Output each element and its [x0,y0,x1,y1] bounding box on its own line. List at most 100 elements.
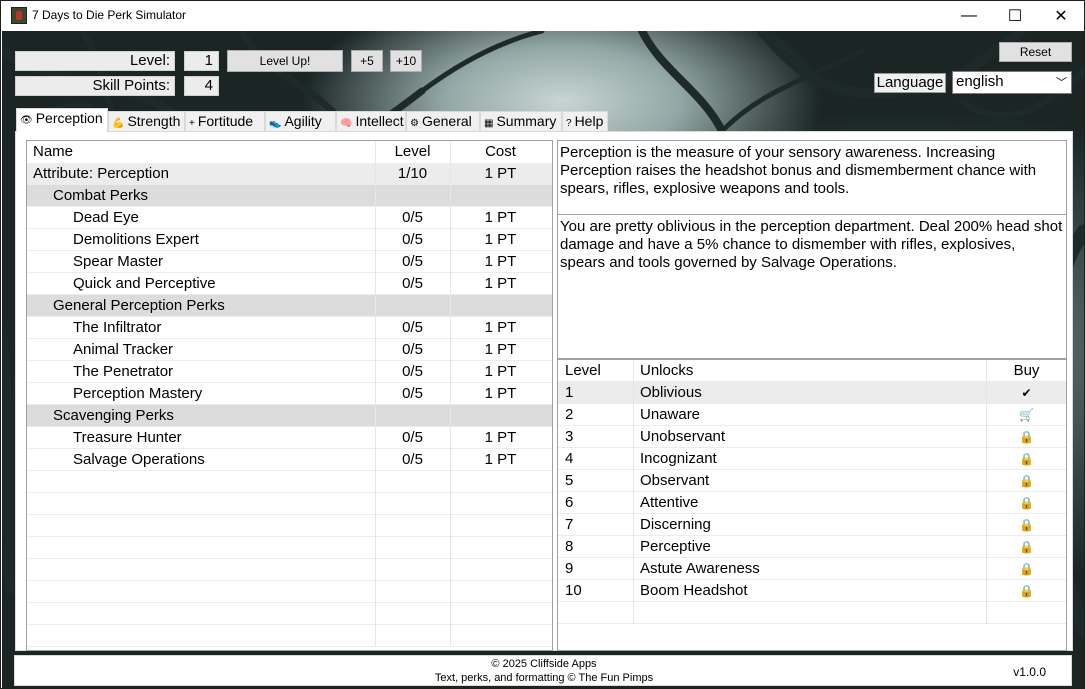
level-number-cell: 8 [565,538,574,555]
perk-level-cell: 0/5 [375,317,449,339]
tab-panel-perception: Name Level Cost Attribute: Perception 1/1… [15,131,1073,651]
level-number-cell: 3 [565,428,574,445]
perk-level-cell: 0/5 [375,361,449,383]
reset-button[interactable]: Reset [999,42,1072,62]
perk-name-cell: General Perception Perks [53,297,225,314]
perk-row[interactable]: Animal Tracker 0/5 1 PT [27,339,552,361]
perk-row[interactable]: Treasure Hunter 0/5 1 PT [27,427,552,449]
tab-perception[interactable]: 👁 Perception [16,108,108,132]
perk-category-row[interactable]: Scavenging Perks [27,405,552,427]
tab-strength[interactable]: 💪 Strength [108,111,185,131]
perk-level-cell: 0/5 [375,229,449,251]
perk-level-cell: 0/5 [375,383,449,405]
empty-cell [633,602,985,624]
unlock-name-cell: Discerning [633,514,985,536]
perk-cost-cell: 1 PT [450,383,550,405]
cart-icon[interactable]: 🛒 [986,404,1066,426]
level-row[interactable]: 4 Incognizant 🔒 [558,448,1066,470]
column-header-level[interactable]: Level [558,360,632,382]
minimize-button[interactable]: — [946,1,992,31]
empty-cell [450,603,550,625]
tab-help[interactable]: ? Help [562,111,608,131]
perk-level-cell [375,405,449,427]
language-select[interactable]: english ﹀ [952,71,1072,94]
level-up-button[interactable]: Level Up! [227,50,343,72]
empty-cell [375,581,449,603]
tab-intellect[interactable]: 🧠 Intellect [336,111,406,131]
empty-row [27,581,552,603]
level-row[interactable]: 8 Perceptive 🔒 [558,536,1066,558]
perk-table: Name Level Cost Attribute: Perception 1/1… [26,140,553,651]
perk-row[interactable]: Dead Eye 0/5 1 PT [27,207,552,229]
column-header-cost[interactable]: Cost [450,141,550,163]
empty-cell [375,537,449,559]
tab-label: Fortitude [197,113,254,129]
perk-cost-cell [450,185,550,207]
tab-label: Strength [127,113,181,129]
perk-row[interactable]: Quick and Perceptive 0/5 1 PT [27,273,552,295]
lock-icon: 🔒 [986,492,1066,514]
level-row[interactable]: 2 Unaware 🛒 [558,404,1066,426]
tab-general[interactable]: ⚙ General [406,111,480,131]
perk-level-cell [375,185,449,207]
column-header-name[interactable]: Name [27,141,374,163]
perk-name-cell: Treasure Hunter [73,429,182,446]
empty-row [27,515,552,537]
level-row[interactable]: 3 Unobservant 🔒 [558,426,1066,448]
help-icon: ? [566,118,572,129]
tab-fortitude[interactable]: + Fortitude [185,111,265,131]
empty-cell [27,537,374,559]
level-number-cell: 1 [565,384,574,401]
level-label: Level: [15,51,175,71]
perk-row[interactable]: The Infiltrator 0/5 1 PT [27,317,552,339]
perk-name-cell: Demolitions Expert [73,231,199,248]
lock-icon: 🔒 [986,448,1066,470]
column-header-buy[interactable]: Buy [986,360,1066,382]
perk-row[interactable]: The Penetrator 0/5 1 PT [27,361,552,383]
level-row[interactable]: 10 Boom Headshot 🔒 [558,580,1066,602]
close-button[interactable]: ✕ [1038,1,1084,31]
maximize-button[interactable]: ☐ [992,1,1038,31]
column-header-unlocks[interactable]: Unlocks [633,360,985,382]
unlock-name-cell: Attentive [633,492,985,514]
perk-row[interactable]: Spear Master 0/5 1 PT [27,251,552,273]
level-row[interactable]: 9 Astute Awareness 🔒 [558,558,1066,580]
empty-cell [375,559,449,581]
empty-cell [27,603,374,625]
level-row[interactable]: 7 Discerning 🔒 [558,514,1066,536]
empty-cell [986,602,1066,624]
level-number-cell: 6 [565,494,574,511]
perk-row[interactable]: Perception Mastery 0/5 1 PT [27,383,552,405]
tab-label: Summary [496,113,557,129]
plus-10-button[interactable]: +10 [390,50,422,72]
gear-icon: ⚙ [410,118,419,129]
empty-cell [450,471,550,493]
empty-cell [450,559,550,581]
level-row[interactable]: 6 Attentive 🔒 [558,492,1066,514]
checkmark-icon: ✔ [986,382,1066,404]
empty-cell [450,515,550,537]
arm-icon: 💪 [112,118,125,129]
perk-category-row[interactable]: General Perception Perks [27,295,552,317]
perk-row[interactable]: Demolitions Expert 0/5 1 PT [27,229,552,251]
perk-name-cell: Spear Master [73,253,164,270]
level-row[interactable]: 1 Oblivious ✔ [558,382,1066,404]
unlock-name-cell: Astute Awareness [633,558,985,580]
column-header-level[interactable]: Level [375,141,449,163]
perk-category-row[interactable]: Combat Perks [27,185,552,207]
copyright-text: © 2025 Cliffside Apps [491,658,597,670]
attribute-row[interactable]: Attribute: Perception 1/10 1 PT [27,163,552,185]
perk-cost-cell [450,295,550,317]
plus-5-button[interactable]: +5 [351,50,383,72]
empty-cell [375,603,449,625]
app-window: 7 Days to Die Perk Simulator — ☐ ✕ Level… [0,0,1085,689]
tab-agility[interactable]: 👟 Agility [265,111,336,131]
perk-row[interactable]: Salvage Operations 0/5 1 PT [27,449,552,471]
empty-row [27,493,552,515]
perk-cost-cell: 1 PT [450,207,550,229]
perk-cost-cell: 1 PT [450,251,550,273]
level-description: You are pretty oblivious in the percepti… [557,215,1067,359]
tab-summary[interactable]: ▦ Summary [480,111,562,131]
version-text: v1.0.0 [1013,665,1046,679]
level-row[interactable]: 5 Observant 🔒 [558,470,1066,492]
